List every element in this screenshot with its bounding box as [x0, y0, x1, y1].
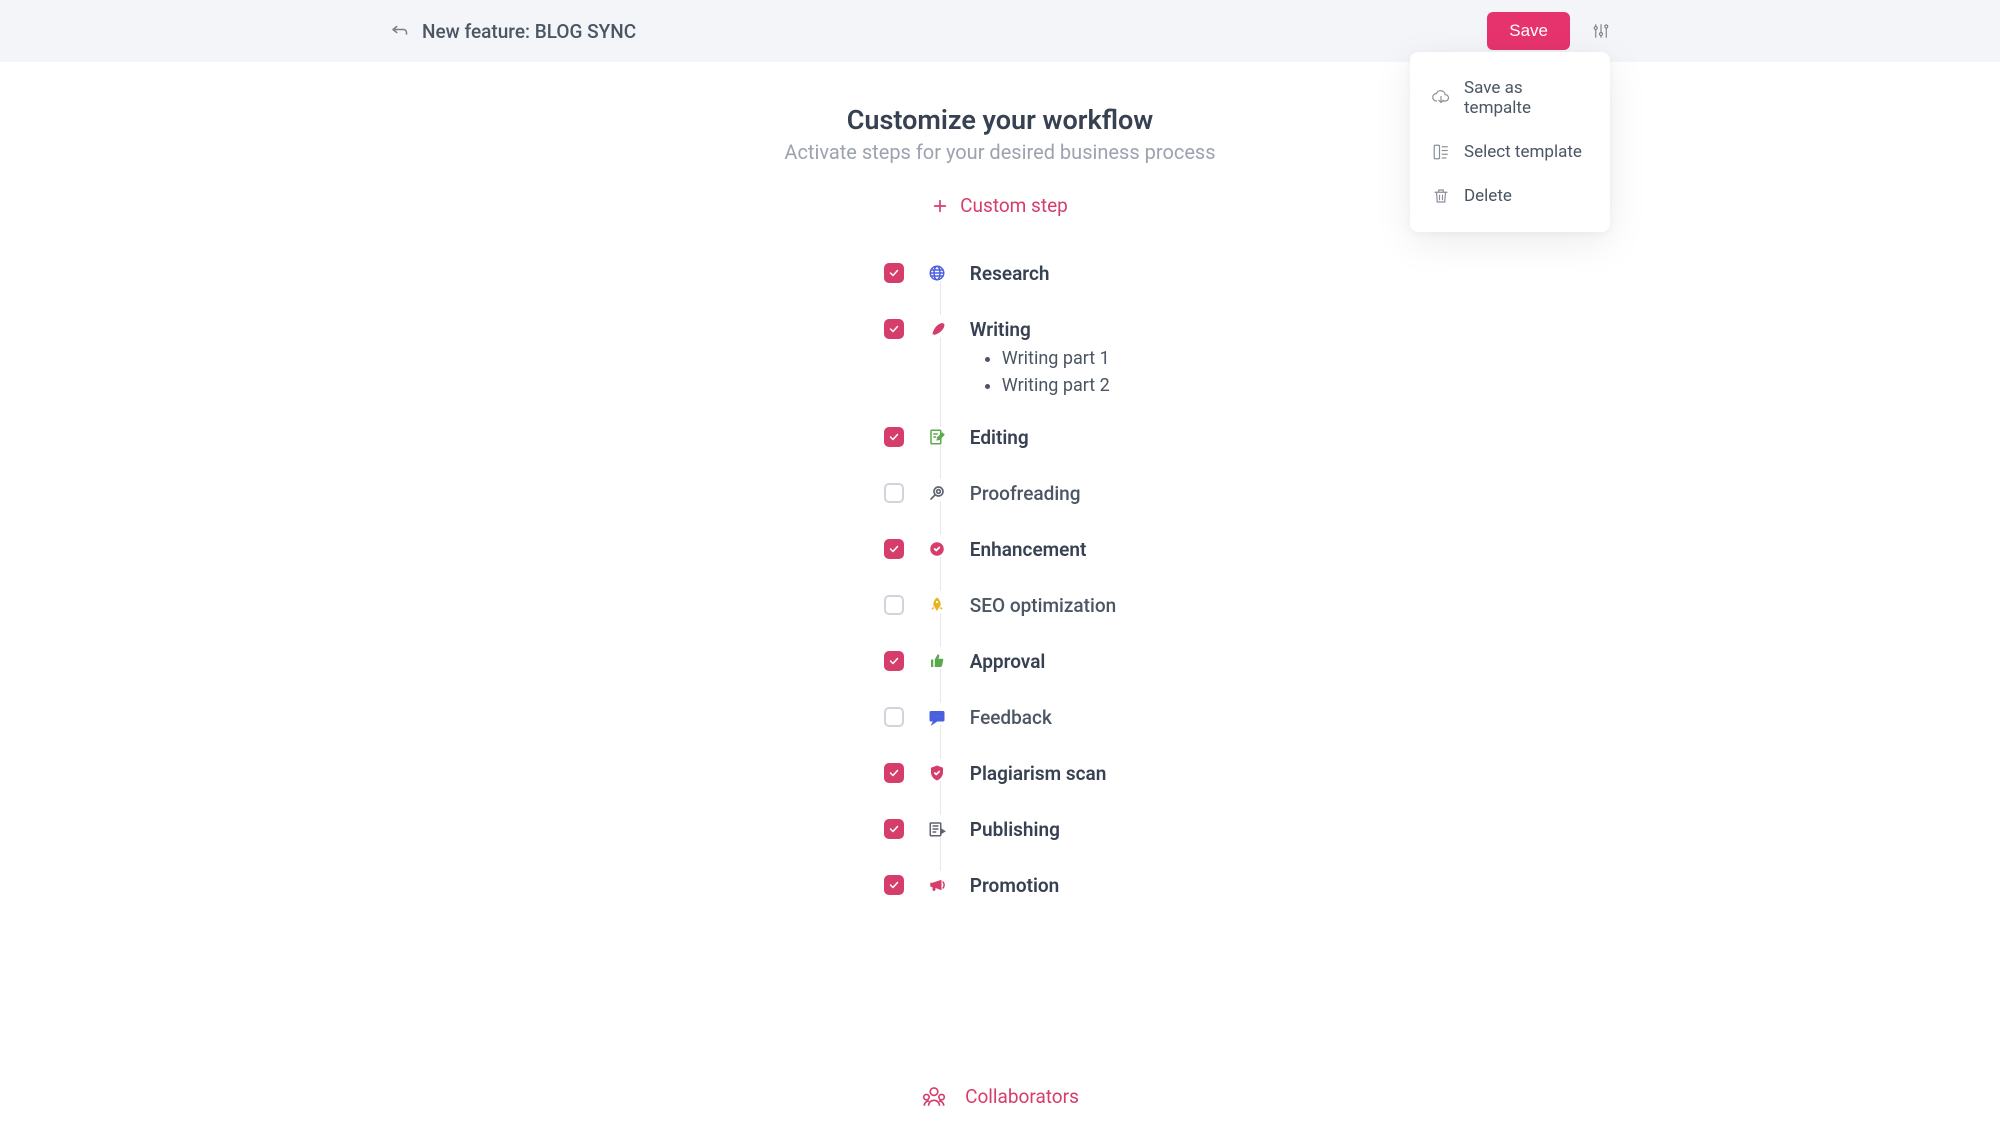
select-template-item[interactable]: Select template [1410, 130, 1610, 174]
step-row: Enhancement [884, 521, 1116, 577]
step-row: Promotion [884, 857, 1116, 913]
feather-icon [924, 320, 950, 338]
shield-icon [924, 764, 950, 782]
step-label[interactable]: Publishing [970, 818, 1060, 841]
step-label[interactable]: SEO optimization [970, 594, 1116, 617]
collaborators-icon [921, 1083, 947, 1109]
thumb-icon [924, 652, 950, 670]
dropdown-label: Delete [1464, 186, 1512, 206]
step-checkbox[interactable] [884, 427, 904, 447]
custom-step-label: Custom step [960, 194, 1068, 217]
step-checkbox[interactable] [884, 483, 904, 503]
step-row: Editing [884, 409, 1116, 465]
save-button[interactable]: Save [1487, 12, 1570, 50]
plus-icon [932, 198, 948, 214]
step-checkbox[interactable] [884, 263, 904, 283]
step-row: Feedback [884, 689, 1116, 745]
publish-icon [924, 820, 950, 838]
collaborators-button[interactable]: Collaborators [921, 1083, 1079, 1109]
step-row: SEO optimization [884, 577, 1116, 633]
step-checkbox[interactable] [884, 707, 904, 727]
settings-dropdown: Save as tempalte Select template Delete [1410, 52, 1610, 232]
delete-item[interactable]: Delete [1410, 174, 1610, 218]
sliders-icon[interactable] [1592, 22, 1610, 40]
step-label[interactable]: Enhancement [970, 538, 1087, 561]
step-label[interactable]: Feedback [970, 706, 1052, 729]
cloud-download-icon [1432, 89, 1450, 107]
add-custom-step-button[interactable]: Custom step [932, 194, 1068, 217]
step-checkbox[interactable] [884, 763, 904, 783]
step-label[interactable]: Plagiarism scan [970, 762, 1107, 785]
step-checkbox[interactable] [884, 819, 904, 839]
page-title: Customize your workflow [847, 104, 1153, 136]
back-area[interactable]: New feature: BLOG SYNC [390, 20, 636, 43]
step-row: Publishing [884, 801, 1116, 857]
topbar-title: New feature: BLOG SYNC [422, 20, 636, 43]
search-icon [924, 484, 950, 502]
step-row: Plagiarism scan [884, 745, 1116, 801]
step-label[interactable]: Editing [970, 426, 1029, 449]
substep-item[interactable]: Writing part 2 [1002, 372, 1116, 399]
save-as-template-item[interactable]: Save as tempalte [1410, 66, 1610, 130]
step-checkbox[interactable] [884, 875, 904, 895]
badge-icon [924, 540, 950, 558]
step-checkbox[interactable] [884, 595, 904, 615]
step-label[interactable]: Proofreading [970, 482, 1081, 505]
dropdown-label: Save as tempalte [1464, 78, 1588, 118]
step-row: Writing [884, 301, 1116, 357]
page-subtitle: Activate steps for your desired business… [784, 140, 1215, 164]
step-row: Proofreading [884, 465, 1116, 521]
megaphone-icon [924, 876, 950, 894]
step-label[interactable]: Writing [970, 318, 1031, 341]
globe-icon [924, 264, 950, 282]
step-label[interactable]: Approval [970, 650, 1046, 673]
feedback-icon [924, 708, 950, 726]
main-content: Customize your workflow Activate steps f… [0, 62, 2000, 1109]
step-checkbox[interactable] [884, 539, 904, 559]
collaborators-label: Collaborators [965, 1085, 1079, 1108]
topbar: New feature: BLOG SYNC Save Save as temp… [0, 0, 2000, 62]
dropdown-label: Select template [1464, 142, 1582, 162]
step-checkbox[interactable] [884, 651, 904, 671]
step-row: Research [884, 245, 1116, 301]
steps-list: ResearchWritingWriting part 1Writing par… [884, 245, 1116, 913]
rocket-icon [924, 596, 950, 614]
edit-icon [924, 428, 950, 446]
step-row: Approval [884, 633, 1116, 689]
trash-icon [1432, 187, 1450, 205]
template-icon [1432, 143, 1450, 161]
step-checkbox[interactable] [884, 319, 904, 339]
step-label[interactable]: Research [970, 262, 1050, 285]
topbar-right: Save Save as tempalte Select te [1487, 0, 1610, 62]
step-label[interactable]: Promotion [970, 874, 1059, 897]
back-arrow-icon [390, 22, 408, 40]
